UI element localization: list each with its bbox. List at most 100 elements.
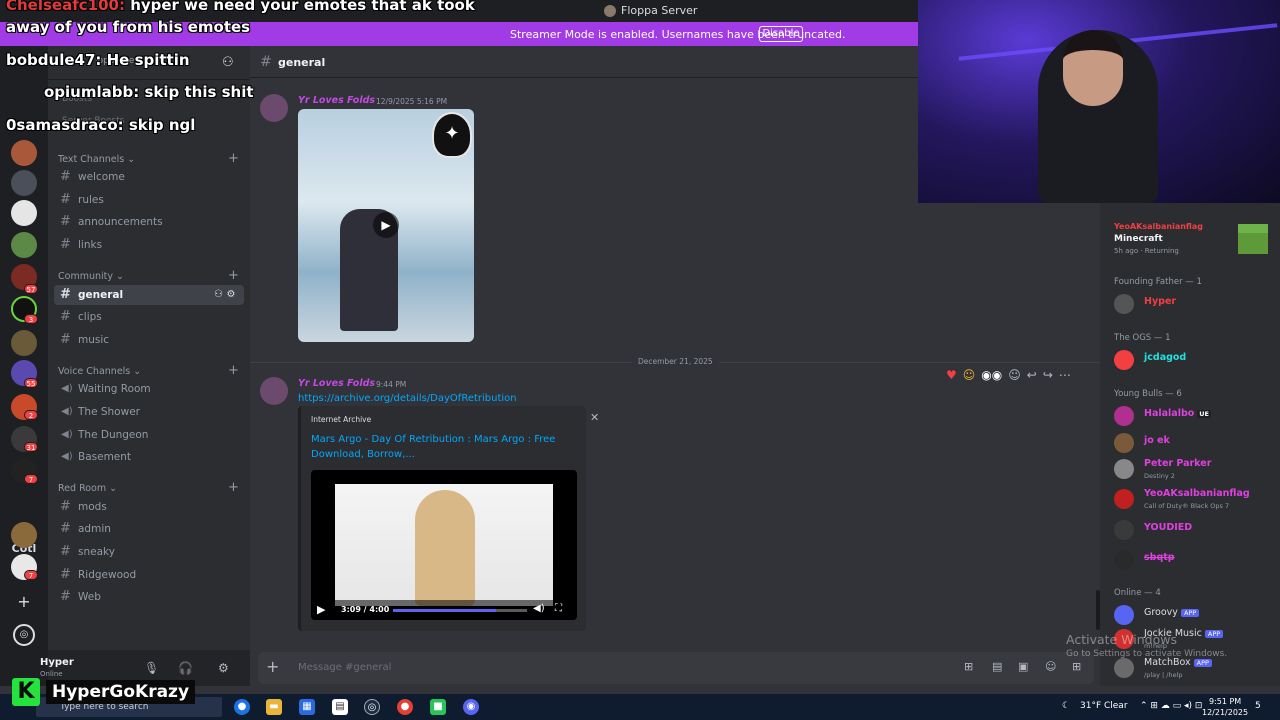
channel-links[interactable]: # links	[54, 235, 244, 255]
app-icon[interactable]: ■	[430, 699, 446, 715]
channel-announcements[interactable]: # announcements	[54, 212, 244, 232]
voice-basement[interactable]: ◀) Basement	[54, 447, 244, 467]
hash-icon: #	[60, 521, 71, 536]
member-item[interactable]: jcdagod	[1114, 350, 1274, 372]
avatar	[1114, 350, 1134, 370]
server-icon-3[interactable]	[11, 200, 37, 226]
unread-badge: 55	[24, 378, 38, 388]
category-text-channels[interactable]: Text Channels ⌄	[58, 154, 135, 165]
play-icon[interactable]: ▶	[373, 212, 399, 238]
voice-waiting-room[interactable]: ◀) Waiting Room	[54, 379, 244, 399]
activity-card[interactable]: YeoAKsalbanianflag Minecraft 5h ago · Re…	[1114, 222, 1203, 255]
heart-reaction-icon[interactable]: ♥	[946, 368, 957, 382]
gift-icon[interactable]: ⊞	[964, 660, 973, 673]
chrome-icon[interactable]: ●	[234, 699, 250, 715]
member-item[interactable]: Groovy APP	[1114, 605, 1274, 627]
add-channel-icon[interactable]: +	[228, 151, 239, 166]
weather-icon[interactable]: ☾	[1062, 701, 1070, 711]
avatar[interactable]	[260, 94, 288, 122]
server-icon-4[interactable]	[11, 232, 37, 258]
category-red-room[interactable]: Red Room ⌄	[58, 483, 117, 494]
play-icon[interactable]: ▶	[317, 603, 325, 616]
overlay-chat-line: bobdule47: He spittin	[6, 51, 190, 69]
user-settings-icon[interactable]: ⚙	[218, 661, 229, 675]
more-icon[interactable]: ⋯	[1059, 368, 1071, 382]
message-link[interactable]: https://archive.org/details/DayOfRetribu…	[298, 393, 517, 404]
channel-sneaky[interactable]: # sneaky	[54, 542, 244, 562]
server-icon-7[interactable]	[11, 330, 37, 356]
embed-video-player[interactable]: ▶ 3:09 / 4:00 ◀) ⛶	[311, 470, 577, 620]
server-icon-2[interactable]	[11, 170, 37, 196]
channel-settings-icon[interactable]: ⚇ ⚙	[214, 285, 235, 305]
message-author[interactable]: Yr Loves Folds	[298, 95, 375, 106]
microphone-icon[interactable]: 🎙	[144, 661, 159, 675]
hash-icon: #	[60, 332, 71, 347]
close-icon[interactable]: ✕	[590, 411, 599, 424]
member-item[interactable]: Peter Parker Destiny 2	[1114, 458, 1274, 481]
invite-icon[interactable]: ⚇	[222, 55, 234, 70]
message-author[interactable]: Yr Loves Folds	[298, 378, 375, 389]
member-scrollbar[interactable]	[1096, 590, 1100, 630]
channel-clips[interactable]: # clips	[54, 307, 244, 327]
channel-music[interactable]: # music	[54, 330, 244, 350]
notification-icon[interactable]: 5	[1255, 701, 1261, 711]
discover-icon[interactable]: ◎	[13, 624, 35, 646]
channel-admin[interactable]: # admin	[54, 519, 244, 539]
emoji-icon[interactable]: ☺	[1045, 660, 1056, 673]
channel-welcome[interactable]: # welcome	[54, 167, 244, 187]
unread-badge: 7	[24, 570, 38, 580]
embed-title[interactable]: Mars Argo - Day Of Retribution : Mars Ar…	[311, 432, 571, 462]
category-community[interactable]: Community ⌄	[58, 271, 124, 282]
server-icon-1[interactable]	[11, 140, 37, 166]
progress-track[interactable]	[393, 609, 527, 612]
avatar[interactable]	[260, 377, 288, 405]
member-item[interactable]: YeoAKsalbanianflag Call of Duty® Black Op…	[1114, 488, 1274, 511]
taskbar-clock[interactable]: 9:51 PM 12/21/2025	[1202, 696, 1248, 718]
message-composer[interactable]: + Message #general ⊞ ▤ ▣ ☺ ⊞	[258, 652, 1094, 684]
add-channel-icon[interactable]: +	[228, 268, 239, 283]
channel-mods[interactable]: # mods	[54, 497, 244, 517]
add-reaction-icon[interactable]: ☺	[1008, 368, 1021, 382]
avatar	[1114, 433, 1134, 453]
reply-icon[interactable]: ↩	[1027, 368, 1037, 382]
file-explorer-icon[interactable]: ▬	[266, 699, 282, 715]
add-channel-icon[interactable]: +	[228, 480, 239, 495]
fullscreen-icon[interactable]: ⛶	[555, 603, 562, 614]
discord-icon[interactable]: ◉	[463, 699, 479, 715]
apps-icon[interactable]: ⊞	[1072, 660, 1081, 673]
disable-button[interactable]: Disable	[759, 26, 803, 42]
tray-icons[interactable]: ⌃ ⊞ ☁ ▭ ◂) ⊡	[1140, 701, 1202, 711]
weather-text[interactable]: 31°F Clear	[1080, 701, 1128, 711]
eyes-reaction-icon[interactable]: ◉◉	[981, 368, 1002, 382]
channel-web[interactable]: # Web	[54, 587, 244, 607]
category-voice-channels[interactable]: Voice Channels ⌄	[58, 366, 141, 377]
sticker-icon[interactable]: ▣	[1018, 660, 1028, 673]
member-item[interactable]: YOUDIED	[1114, 520, 1274, 542]
gif-icon[interactable]: ▤	[992, 660, 1002, 673]
avatar	[1114, 406, 1134, 426]
app-badge: APP	[1180, 608, 1200, 617]
chrome-alt-icon[interactable]: ●	[397, 699, 413, 715]
voice-the-dungeon[interactable]: ◀) The Dungeon	[54, 425, 244, 445]
headphones-icon[interactable]: 🎧	[178, 661, 193, 675]
member-item[interactable]: Halalalbo UE	[1114, 406, 1274, 428]
voice-the-shower[interactable]: ◀) The Shower	[54, 402, 244, 422]
notepad-icon[interactable]: ▤	[332, 699, 348, 715]
server-icon-12[interactable]	[11, 522, 37, 548]
add-attachment-icon[interactable]: +	[266, 657, 279, 676]
forward-icon[interactable]: ↪	[1043, 368, 1053, 382]
channel-general[interactable]: # general ⚇ ⚙	[54, 285, 244, 305]
video-attachment[interactable]: ✦ ▶	[298, 109, 474, 342]
channel-ridgewood[interactable]: # Ridgewood	[54, 565, 244, 585]
obs-icon[interactable]: ◎	[364, 699, 380, 715]
member-item[interactable]: jo ek	[1114, 433, 1274, 455]
member-item[interactable]: MatchBox APP/play | /help	[1114, 657, 1274, 680]
store-icon[interactable]: ▦	[299, 699, 315, 715]
member-item[interactable]: sbqtp	[1114, 550, 1274, 572]
volume-icon[interactable]: ◀)	[533, 603, 545, 614]
member-item[interactable]: Hyper	[1114, 294, 1274, 316]
add-channel-icon[interactable]: +	[228, 363, 239, 378]
laugh-reaction-icon[interactable]: ☺	[963, 368, 976, 382]
channel-rules[interactable]: # rules	[54, 190, 244, 210]
add-server-icon[interactable]: +	[13, 591, 35, 613]
